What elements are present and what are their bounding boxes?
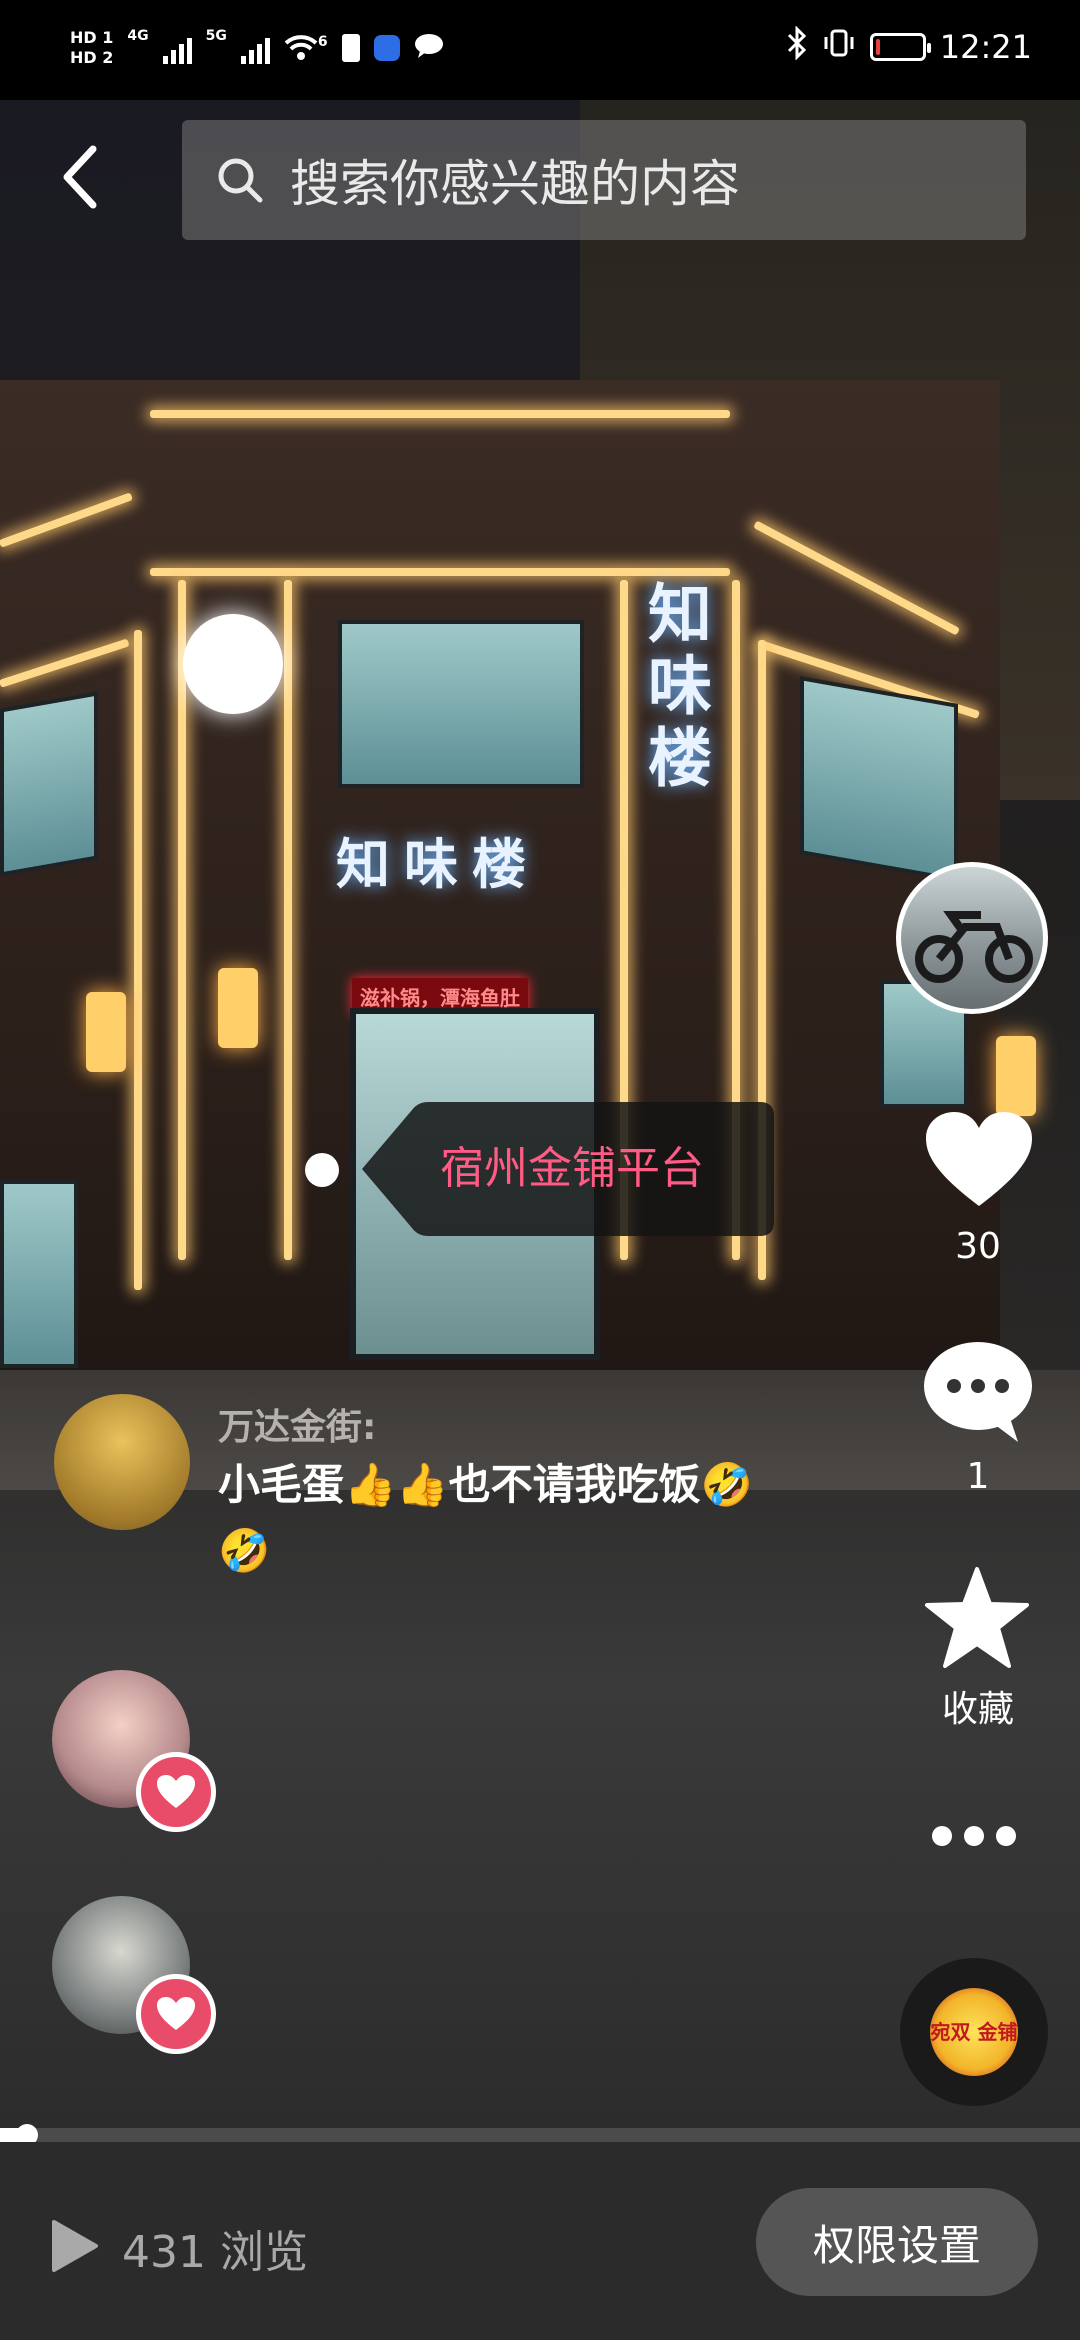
round-lamp — [183, 614, 283, 714]
viewer-like-badge — [136, 1752, 216, 1832]
music-disc-label: 宛双 金铺 — [930, 1988, 1018, 2076]
status-left-icons: HD 1 HD 2 4G 5G 6 — [70, 28, 444, 68]
light-strip — [178, 580, 186, 1260]
message-icon — [414, 33, 444, 63]
clock: 12:21 — [939, 28, 1032, 66]
comment-count: 1 — [966, 1456, 990, 1497]
light-strip — [150, 568, 730, 576]
favorite-label: 收藏 — [941, 1689, 1014, 1730]
more-dots-icon[interactable] — [932, 1826, 1016, 1846]
permission-settings-button[interactable]: 权限设置 — [756, 2188, 1038, 2296]
author-avatar[interactable] — [896, 862, 1048, 1014]
back-button[interactable] — [44, 132, 114, 222]
network-2-label: 5G — [205, 28, 227, 44]
wifi-gen-label: 6 — [317, 34, 328, 50]
search-input[interactable]: 搜索你感兴趣的内容 — [182, 120, 1026, 240]
view-count: 431 浏览 — [122, 2227, 308, 2278]
vibrate-icon — [822, 28, 856, 66]
comment-button[interactable] — [922, 1340, 1034, 1444]
search-icon — [214, 154, 266, 206]
light-strip — [284, 580, 292, 1260]
horizontal-sign: 知味楼 — [336, 833, 540, 896]
comment-avatar[interactable] — [54, 1394, 190, 1530]
chevron-left-icon — [63, 145, 97, 209]
app-notification-icon — [373, 35, 400, 61]
bluetooth-icon — [786, 25, 808, 68]
search-placeholder: 搜索你感兴趣的内容 — [290, 155, 740, 213]
status-bar: HD 1 HD 2 4G 5G 6 12:21 — [0, 0, 1080, 100]
heart-icon — [157, 1775, 195, 1808]
location-tag-label: 宿州金铺平台 — [440, 1143, 704, 1194]
battery-icon — [869, 33, 931, 61]
window — [800, 676, 958, 882]
signal-1-icon — [162, 32, 192, 64]
network-1-label: 4G — [127, 28, 149, 44]
location-tag[interactable]: 宿州金铺平台 — [362, 1102, 774, 1236]
battery-level — [875, 39, 881, 55]
light-strip — [150, 410, 730, 418]
wall-lamp — [996, 1036, 1036, 1116]
hd-1-label: HD 1 — [70, 28, 114, 47]
window — [0, 691, 98, 877]
status-right-icons: 12:21 — [786, 25, 1032, 68]
hd-2-label: HD 2 — [70, 48, 114, 67]
window — [0, 1180, 78, 1368]
comment-text: 小毛蛋👍👍也不请我吃饭🤣🤣 — [218, 1460, 753, 1575]
like-button[interactable] — [924, 1110, 1034, 1210]
signal-2-icon — [240, 32, 270, 64]
location-tag-dot — [305, 1153, 339, 1187]
vertical-sign: 知味楼 — [637, 580, 711, 796]
heart-icon — [157, 1997, 195, 2030]
window — [338, 620, 584, 788]
wifi-icon: 6 — [284, 34, 328, 62]
star-icon — [925, 1567, 1029, 1668]
sim-card-icon — [341, 34, 360, 62]
comment-username[interactable]: 万达金街: — [218, 1398, 376, 1450]
light-strip — [134, 630, 142, 1290]
wall-lamp — [218, 968, 258, 1048]
viewer-like-badge — [136, 1974, 216, 2054]
video-progress-bar[interactable] — [0, 2128, 1080, 2142]
wall-lamp — [86, 992, 126, 1072]
play-icon — [48, 2218, 100, 2278]
favorite-button[interactable] — [924, 1566, 1030, 1670]
music-disc[interactable]: 宛双 金铺 — [900, 1958, 1048, 2106]
motorcycle-icon — [915, 911, 1033, 983]
heart-icon — [926, 1112, 1032, 1206]
hd-indicators: HD 1 HD 2 — [70, 28, 113, 68]
like-count: 30 — [955, 1226, 1001, 1267]
comment-bubble-icon — [924, 1342, 1032, 1442]
